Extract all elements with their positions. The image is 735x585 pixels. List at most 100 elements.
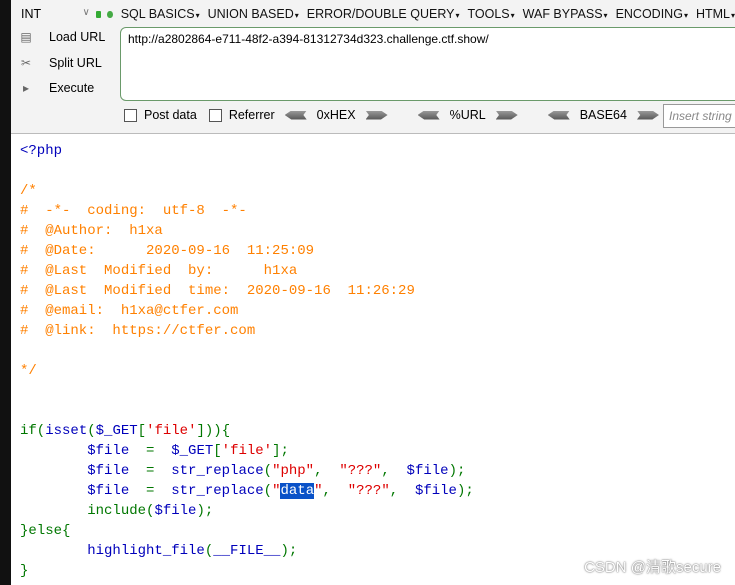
- code-line: # @Last Modified by: h1xa: [20, 261, 474, 281]
- menu-encoding[interactable]: ENCODING: [616, 7, 688, 21]
- code-token: /*: [20, 183, 37, 199]
- code-token: );: [280, 543, 298, 559]
- play-icon: ▸: [22, 81, 30, 95]
- code-token: [: [137, 423, 147, 439]
- code-token: $file: [154, 503, 197, 519]
- url-encode-left-arrow-icon[interactable]: [417, 110, 440, 120]
- post-data-checkbox[interactable]: [124, 108, 137, 122]
- code-token: # @Last Modified time: 2020-09-16 11:26:…: [20, 283, 415, 299]
- plus-icon[interactable]: [107, 10, 113, 18]
- code-token: __FILE__: [213, 543, 281, 559]
- code-token: highlight_file: [87, 543, 205, 559]
- code-token: # @Date: 2020-09-16 11:25:09: [20, 243, 315, 259]
- injection-type-select[interactable]: INT ∨: [11, 7, 90, 21]
- base64-label: BASE64: [579, 108, 627, 122]
- code-token: [: [213, 443, 222, 459]
- split-url-button[interactable]: ✂ Split URL: [19, 56, 102, 70]
- code-token: }: [20, 563, 29, 579]
- scissors-icon: ✂: [20, 56, 32, 70]
- code-line: $file = str_replace("data", "???", $file…: [20, 481, 474, 501]
- referrer-checkbox[interactable]: [208, 108, 222, 122]
- php-source-code: <?php /* # -*- coding: utf-8 -*- # @Author:…: [20, 141, 474, 581]
- code-token: ,: [314, 463, 340, 479]
- url-decode-right-arrow-icon[interactable]: [495, 110, 518, 120]
- base64-encode-left-arrow-icon[interactable]: [547, 110, 570, 120]
- code-token: # @email: h1xa@ctfer.com: [20, 303, 239, 319]
- selected-text: data: [280, 483, 315, 499]
- hex-encode-left-arrow-icon[interactable]: [284, 110, 307, 120]
- code-line: }: [20, 561, 474, 581]
- code-token: # @Author: h1xa: [20, 223, 163, 239]
- url-input[interactable]: http://a2802864-e711-48f2-a394-81312734d…: [120, 27, 735, 101]
- code-token: (: [263, 463, 273, 479]
- code-token: include(: [87, 503, 155, 519]
- execute-button[interactable]: ▸ Execute: [19, 81, 94, 95]
- hex-label: 0xHEX: [316, 108, 356, 122]
- load-icon: ▤: [20, 30, 32, 44]
- load-url-button[interactable]: ▤ Load URL: [19, 30, 105, 44]
- code-token: # -*- coding: utf-8 -*-: [20, 203, 247, 219]
- insert-string-input[interactable]: Insert string: [663, 104, 735, 128]
- code-token: "???": [339, 463, 382, 479]
- code-token: $file: [87, 483, 130, 499]
- code-token: =: [129, 483, 172, 499]
- code-line: # @Date: 2020-09-16 11:25:09: [20, 241, 474, 261]
- minus-icon[interactable]: [95, 10, 102, 18]
- code-token: );: [456, 483, 474, 499]
- code-line: /*: [20, 181, 474, 201]
- menu-sql-basics[interactable]: SQL BASICS: [121, 7, 200, 21]
- code-token: $file: [87, 463, 130, 479]
- code-token: "???": [347, 483, 390, 499]
- code-token: );: [196, 503, 214, 519]
- chevron-down-icon: ∨: [82, 7, 90, 18]
- load-url-label: Load URL: [49, 30, 106, 44]
- menu-union-based[interactable]: UNION BASED: [208, 7, 299, 21]
- code-token: str_replace: [171, 463, 264, 479]
- code-token: ,: [389, 483, 415, 499]
- code-token: ,: [322, 483, 348, 499]
- menu-error-double-query[interactable]: ERROR/DOUBLE QUERY: [307, 7, 460, 21]
- code-token: }else{: [20, 523, 71, 539]
- code-line: highlight_file(__FILE__);: [20, 541, 474, 561]
- code-line: $file = str_replace("php", "???", $file)…: [20, 461, 474, 481]
- menu-html[interactable]: HTML: [696, 7, 735, 21]
- code-token: ];: [272, 443, 289, 459]
- code-token: $_GET: [171, 443, 214, 459]
- referrer-label: Referrer: [228, 108, 275, 122]
- code-line: include($file);: [20, 501, 474, 521]
- base64-decode-right-arrow-icon[interactable]: [636, 110, 659, 120]
- code-token: =: [129, 443, 172, 459]
- post-data-label: Post data: [144, 108, 197, 122]
- code-token: ])){: [196, 423, 231, 439]
- menu-tools[interactable]: TOOLS: [467, 7, 514, 21]
- code-token: ": [314, 483, 323, 499]
- code-token: 'file': [221, 443, 273, 459]
- code-token: $file: [414, 483, 457, 499]
- code-token: */: [20, 363, 37, 379]
- code-token: $_GET: [95, 423, 138, 439]
- menu-bar: INT ∨ SQL BASICS UNION BASED ERROR/DOUBLE…: [11, 4, 735, 24]
- code-token: );: [448, 463, 466, 479]
- menu-waf-bypass[interactable]: WAF BYPASS: [523, 7, 608, 21]
- select-value: INT: [21, 7, 42, 21]
- code-token: $file: [87, 443, 130, 459]
- execute-label: Execute: [49, 81, 95, 95]
- code-token: 'file': [146, 423, 197, 439]
- code-token: # @link: https://ctfer.com: [20, 323, 256, 339]
- url-label: %URL: [449, 108, 486, 122]
- code-token: str_replace: [171, 483, 264, 499]
- code-line: <?php: [20, 141, 474, 161]
- code-line: # -*- coding: utf-8 -*-: [20, 201, 474, 221]
- watermark: CSDN @清歌secure: [584, 559, 721, 576]
- code-token: =: [129, 463, 172, 479]
- hex-decode-right-arrow-icon[interactable]: [365, 110, 388, 120]
